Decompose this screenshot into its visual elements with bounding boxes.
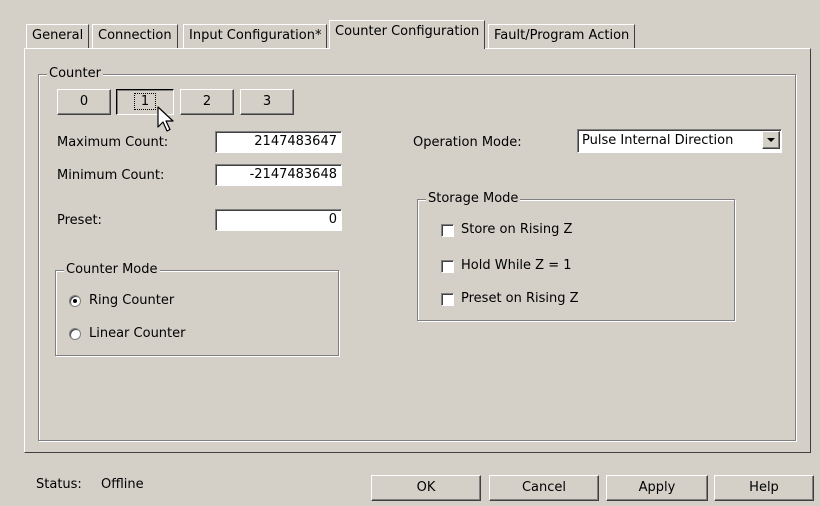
operation-mode-label: Operation Mode: (413, 135, 522, 150)
minimum-count-label: Minimum Count: (57, 168, 165, 183)
ring-counter-radio[interactable] (69, 295, 81, 307)
operation-mode-select[interactable]: Pulse Internal Direction (577, 129, 782, 153)
preset-on-rising-z-checkbox[interactable] (441, 293, 454, 306)
counter-button-2[interactable]: 2 (180, 89, 234, 115)
linear-counter-label[interactable]: Linear Counter (89, 326, 185, 341)
tab-input-configuration[interactable]: Input Configuration* (183, 24, 328, 48)
cancel-button[interactable]: Cancel (489, 475, 599, 501)
linear-counter-radio[interactable] (69, 328, 81, 340)
counter-button-3[interactable]: 3 (240, 89, 294, 115)
tab-label: Input Configuration* (189, 28, 322, 43)
tab-label: General (32, 28, 84, 43)
store-on-rising-z-label[interactable]: Store on Rising Z (461, 222, 572, 237)
counter-configuration-panel: Counter 0 1 2 3 Maximum Count: 214748364… (24, 48, 811, 453)
maximum-count-label: Maximum Count: (57, 135, 169, 150)
storage-mode-group-label: Storage Mode (426, 191, 521, 207)
preset-field[interactable]: 0 (215, 209, 342, 231)
hold-while-z-label[interactable]: Hold While Z = 1 (461, 258, 572, 273)
ok-button-label: OK (416, 480, 436, 495)
tab-label: Connection (98, 28, 172, 43)
preset-label: Preset: (57, 213, 102, 228)
status-label: Status: (36, 477, 82, 492)
counter-button-label: 3 (262, 94, 272, 109)
counter-button-0[interactable]: 0 (57, 89, 111, 115)
tab-label: Fault/Program Action (494, 28, 630, 43)
counter-button-label: 1 (133, 93, 157, 110)
hold-while-z-checkbox[interactable] (441, 260, 454, 273)
radio-selected-dot (73, 299, 77, 303)
counter-button-label: 2 (202, 94, 212, 109)
tab-fault-program-action[interactable]: Fault/Program Action (488, 24, 636, 48)
operation-mode-value: Pulse Internal Direction (582, 133, 734, 148)
tab-general[interactable]: General (26, 24, 90, 48)
counter-mode-group: Counter Mode (55, 262, 339, 356)
apply-button-label: Apply (638, 480, 676, 495)
mouse-pointer-icon (157, 106, 174, 132)
minimum-count-field[interactable]: -2147483648 (215, 164, 342, 186)
apply-button[interactable]: Apply (606, 475, 708, 501)
cancel-button-label: Cancel (521, 480, 567, 495)
ok-button[interactable]: OK (371, 475, 481, 501)
chevron-down-icon (767, 138, 775, 142)
counter-group-label: Counter (47, 66, 103, 82)
counter-mode-group-label: Counter Mode (64, 262, 160, 278)
tab-counter-configuration[interactable]: Counter Configuration (329, 20, 486, 49)
ring-counter-label[interactable]: Ring Counter (89, 293, 174, 308)
maximum-count-field[interactable]: 2147483647 (215, 131, 342, 153)
preset-on-rising-z-label[interactable]: Preset on Rising Z (461, 291, 579, 306)
status-value: Offline (101, 477, 144, 492)
store-on-rising-z-checkbox[interactable] (441, 224, 454, 237)
tab-connection[interactable]: Connection (92, 24, 178, 48)
operation-mode-dropdown-button[interactable] (762, 131, 780, 149)
tab-label: Counter Configuration (335, 24, 480, 39)
help-button-label: Help (749, 480, 779, 495)
help-button[interactable]: Help (714, 475, 814, 501)
counter-button-label: 0 (79, 94, 89, 109)
